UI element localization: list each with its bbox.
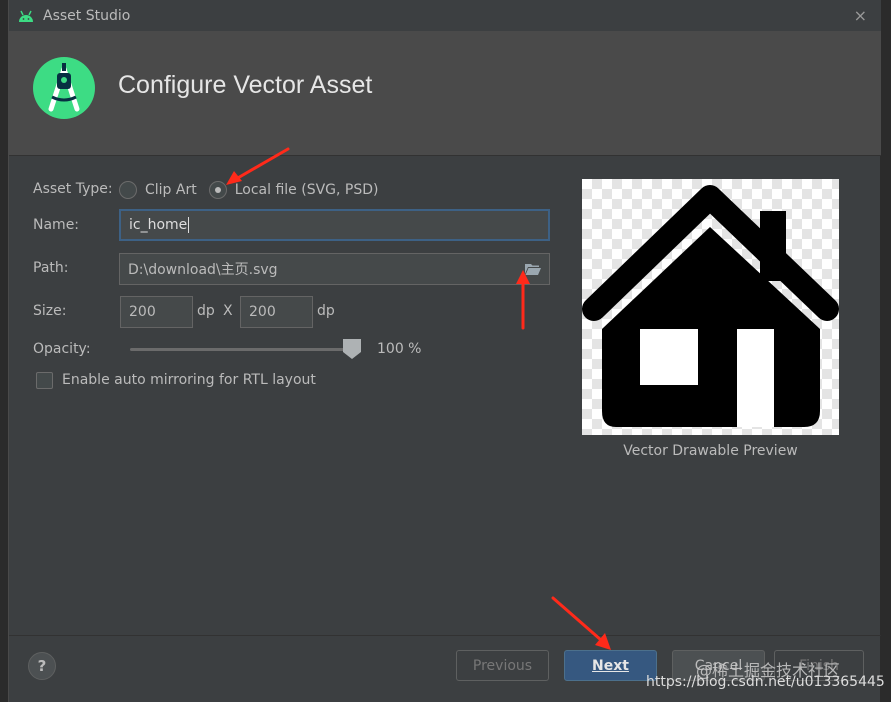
ide-background-right <box>880 0 891 702</box>
width-unit-label: dp <box>197 303 215 319</box>
previous-button[interactable]: Previous <box>456 650 549 681</box>
android-icon <box>19 10 33 22</box>
size-label: Size: <box>33 303 67 319</box>
close-icon[interactable]: × <box>854 6 867 25</box>
rtl-mirroring-checkbox[interactable] <box>36 372 53 389</box>
radio-clip-art-label: Clip Art <box>145 182 197 198</box>
opacity-value-label: 100 % <box>377 341 422 357</box>
asset-studio-dialog: Asset Studio × Configure Vector Asset As… <box>8 0 881 702</box>
name-input[interactable]: ic_home <box>119 209 550 241</box>
name-input-value: ic_home <box>129 217 188 233</box>
vector-preview <box>582 179 839 435</box>
width-input-value: 200 <box>129 304 156 320</box>
footer-divider <box>9 635 881 636</box>
preview-caption: Vector Drawable Preview <box>623 443 798 459</box>
page-title: Configure Vector Asset <box>118 71 373 99</box>
home-icon <box>582 185 839 427</box>
title-bar: Asset Studio × <box>9 0 881 31</box>
radio-clip-art[interactable]: Clip Art <box>119 181 197 199</box>
android-studio-logo-icon <box>33 57 95 119</box>
annotation-arrow-icon <box>516 270 530 330</box>
watermark-url: https://blog.csdn.net/u013365445 <box>646 674 885 690</box>
wizard-header: Configure Vector Asset <box>9 31 881 155</box>
path-label: Path: <box>33 260 69 276</box>
height-input[interactable]: 200 <box>240 296 313 328</box>
size-separator-label: X <box>223 303 233 319</box>
window-title: Asset Studio <box>43 7 131 24</box>
header-divider <box>9 155 881 156</box>
text-caret <box>188 217 190 233</box>
path-input-value: D:\download\主页.svg <box>128 262 278 278</box>
asset-type-label: Asset Type: <box>33 181 113 197</box>
width-input[interactable]: 200 <box>120 296 193 328</box>
annotation-arrow-icon <box>551 596 611 650</box>
ide-background-left <box>0 0 8 702</box>
height-input-value: 200 <box>249 304 276 320</box>
name-label: Name: <box>33 217 80 233</box>
opacity-slider-track[interactable] <box>130 348 354 351</box>
height-unit-label: dp <box>317 303 335 319</box>
radio-clip-art-circle[interactable] <box>119 181 137 199</box>
opacity-slider-thumb[interactable] <box>343 339 361 359</box>
opacity-label: Opacity: <box>33 341 91 357</box>
annotation-arrow-icon <box>226 147 290 185</box>
help-button[interactable]: ? <box>28 652 56 680</box>
path-input[interactable]: D:\download\主页.svg <box>119 253 550 285</box>
rtl-mirroring-label: Enable auto mirroring for RTL layout <box>62 372 316 388</box>
